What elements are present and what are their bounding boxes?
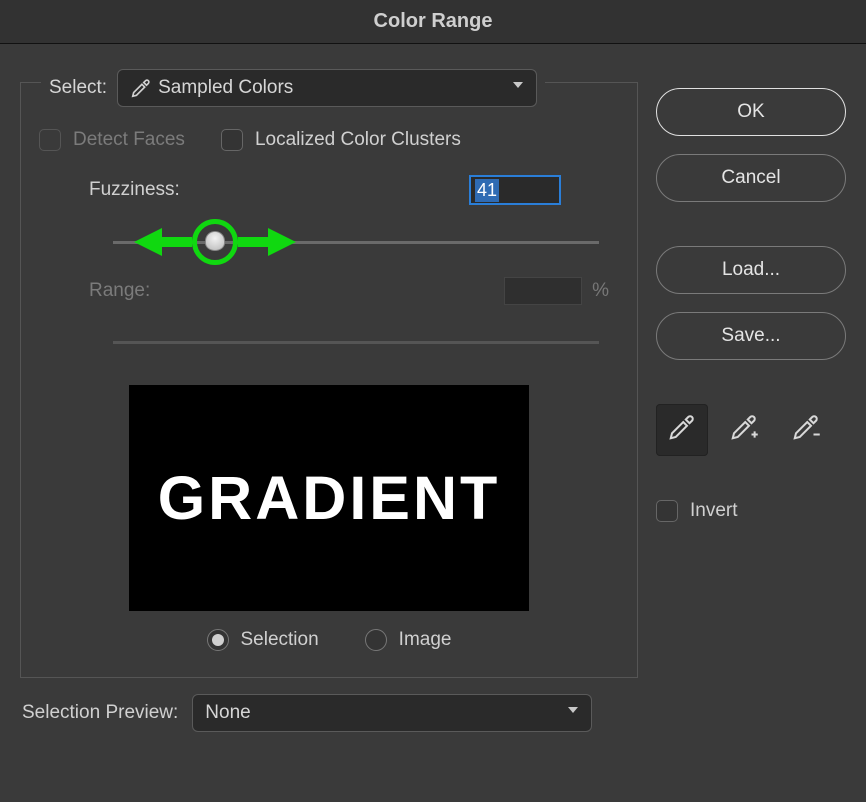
eyedropper-plus-tool[interactable] (718, 404, 770, 456)
detect-faces-option: Detect Faces (39, 129, 185, 151)
preview-text: GRADIENT (158, 463, 501, 533)
select-value: Sampled Colors (158, 77, 293, 99)
invert-label: Invert (690, 500, 738, 522)
title-bar: Color Range (0, 0, 866, 44)
detect-faces-label: Detect Faces (73, 129, 185, 151)
radio-selection[interactable]: Selection (207, 629, 319, 651)
detect-faces-checkbox (39, 129, 61, 151)
select-label: Select: (49, 77, 107, 99)
main-fieldset: Select: Sampled Colors Detect Faces (20, 82, 638, 678)
eyedropper-minus-icon (791, 412, 821, 448)
save-button[interactable]: Save... (656, 312, 846, 360)
eyedropper-tool[interactable] (656, 404, 708, 456)
chevron-down-icon (565, 702, 581, 724)
select-dropdown[interactable]: Sampled Colors (117, 69, 537, 107)
eyedropper-icon (130, 77, 152, 99)
radio-selection-button[interactable] (207, 629, 229, 651)
eyedropper-plus-icon (729, 412, 759, 448)
dialog-title: Color Range (374, 10, 493, 33)
load-button[interactable]: Load... (656, 246, 846, 294)
radio-image[interactable]: Image (365, 629, 452, 651)
chevron-down-icon (510, 77, 526, 99)
fuzziness-input[interactable]: 41 (469, 175, 561, 205)
range-unit: % (592, 280, 609, 302)
range-slider (113, 327, 599, 359)
cancel-button[interactable]: Cancel (656, 154, 846, 202)
fuzziness-value: 41 (475, 179, 499, 202)
range-input (504, 277, 582, 305)
eyedropper-icon (667, 412, 697, 448)
fuzziness-thumb[interactable] (205, 231, 225, 251)
eyedropper-minus-tool[interactable] (780, 404, 832, 456)
invert-option[interactable]: Invert (656, 500, 846, 522)
ok-button[interactable]: OK (656, 88, 846, 136)
radio-selection-label: Selection (241, 629, 319, 651)
preview-area: GRADIENT (129, 385, 529, 611)
selection-preview-label: Selection Preview: (22, 702, 178, 724)
range-label: Range: (49, 280, 269, 302)
radio-image-button[interactable] (365, 629, 387, 651)
fuzziness-slider[interactable] (113, 227, 599, 259)
localized-clusters-option[interactable]: Localized Color Clusters (221, 129, 461, 151)
radio-image-label: Image (399, 629, 452, 651)
fuzziness-label: Fuzziness: (49, 179, 269, 201)
localized-clusters-checkbox[interactable] (221, 129, 243, 151)
localized-clusters-label: Localized Color Clusters (255, 129, 461, 151)
invert-checkbox[interactable] (656, 500, 678, 522)
selection-preview-value: None (205, 702, 250, 724)
selection-preview-dropdown[interactable]: None (192, 694, 592, 732)
